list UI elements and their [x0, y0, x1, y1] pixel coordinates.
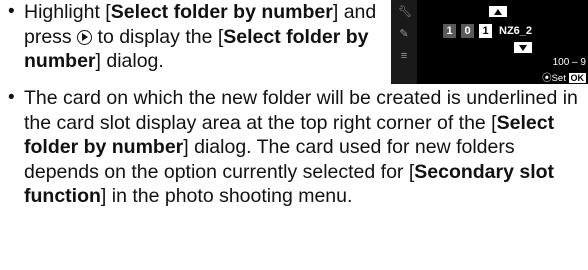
- instruction-step-1: • Highlight [Select folder by number] an…: [8, 0, 380, 74]
- set-text: Set: [551, 73, 566, 84]
- text-run: Highlight [: [24, 1, 111, 23]
- pencil-icon: ✎: [399, 28, 409, 40]
- bullet: •: [8, 87, 15, 108]
- note-text: The card on which the new folder will be…: [24, 86, 583, 209]
- decrement-arrow: [514, 42, 532, 53]
- folder-digit: 0: [461, 24, 474, 38]
- down-arrow-icon: [519, 45, 527, 51]
- selector-icon: ⦿: [542, 73, 552, 84]
- up-arrow-icon: [494, 9, 502, 15]
- set-hint: ⦿Set OK: [542, 70, 586, 84]
- increment-arrow: [489, 6, 507, 17]
- folder-digit: 1: [443, 24, 456, 38]
- text-run: ] dialog.: [95, 50, 164, 72]
- wrench-icon: 🔧︎: [398, 6, 412, 18]
- camera-screen-image: 🔧︎ ✎ ≡ 1 0 1 NZ6_2 100 – 9 ⦿Set OK: [391, 0, 588, 84]
- menu-item-name: Select folder by number: [110, 1, 333, 23]
- side-menu-icons: 🔧︎ ✎ ≡: [391, 0, 417, 84]
- ok-button-icon: OK: [568, 73, 586, 83]
- step-1-text: Highlight [Select folder by number] and …: [24, 0, 380, 74]
- menu-icon: ≡: [400, 50, 408, 62]
- bullet: •: [8, 1, 15, 22]
- text-run: to display the [: [92, 25, 224, 48]
- multi-selector-right-icon: [77, 29, 93, 45]
- folder-digit-selected: 1: [479, 24, 492, 38]
- instruction-note: • The card on which the new folder will …: [8, 86, 583, 209]
- folder-range: 100 – 9: [552, 57, 586, 68]
- text-run: The card on which the new folder will be…: [24, 87, 578, 134]
- folder-name-suffix: NZ6_2: [499, 25, 533, 37]
- text-run: ] in the photo shooting menu.: [100, 185, 353, 207]
